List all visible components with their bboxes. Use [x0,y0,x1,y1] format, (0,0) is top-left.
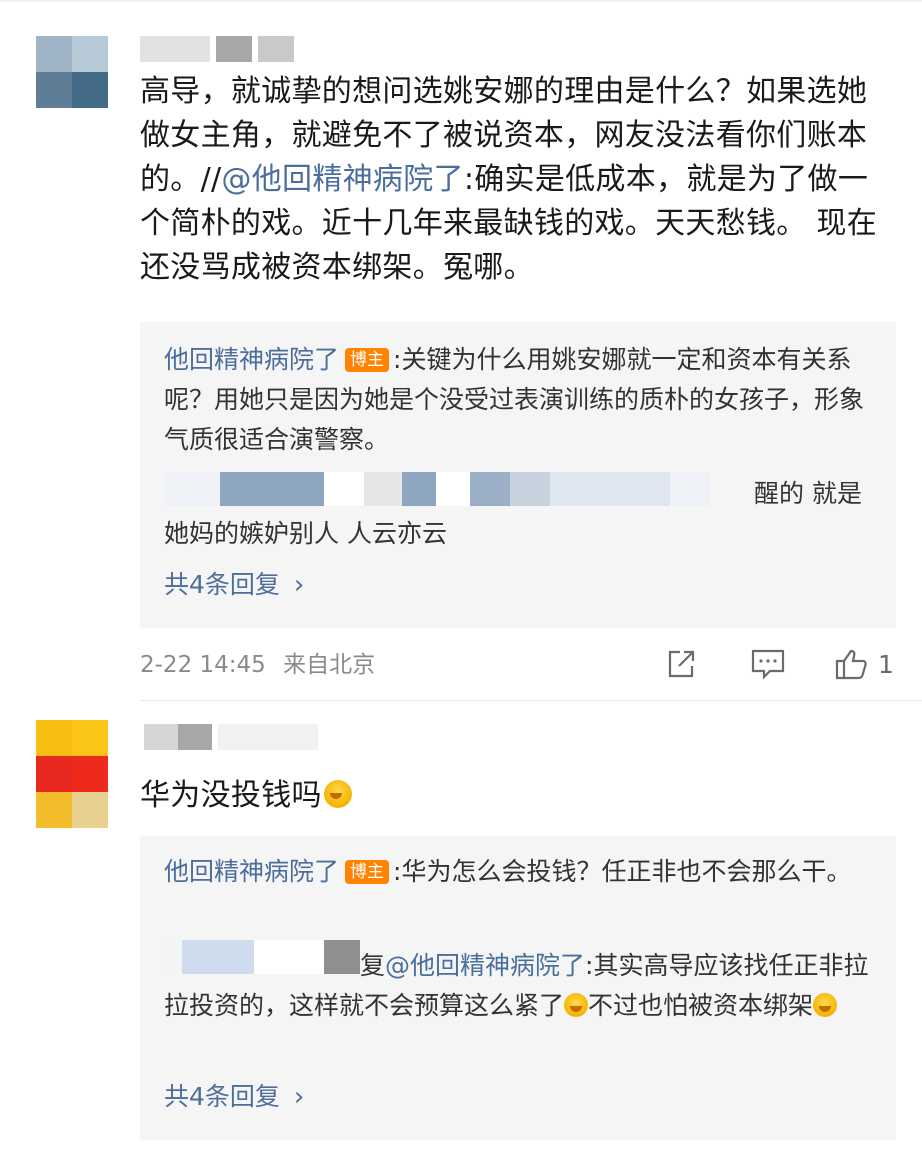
reply-text: :华为怎么会投钱？任正非也不会那么干。 [393,857,852,886]
comment-text: 高导，就诚挚的想问选姚安娜的理由是什么？如果选她做女主角，就避免不了被说资本，网… [140,70,890,290]
laugh-cry-emoji-icon [813,993,838,1017]
reply-item[interactable]: 他回精神病院了 博主:华为怎么会投钱？任正非也不会那么干。 [164,852,874,892]
comment-2: 华为没投钱吗 他回精神病院了 博主:华为怎么会投钱？任正非也不会那么干。 复@他回… [0,700,922,1155]
reply-item[interactable]: 他回精神病院了 博主:关键为什么用姚安娜就一定和资本有关系呢？用她只是因为她是个没… [164,340,874,460]
comment-location: 来自北京 [283,652,376,678]
reply-box: 他回精神病院了 博主:华为怎么会投钱？任正非也不会那么干。 复@他回精神病院了:其… [140,836,896,1140]
comment-text-part: 华为没投钱吗 [140,778,322,813]
more-replies-link[interactable]: 共4条回复 › [164,1080,304,1114]
more-replies-link[interactable]: 共4条回复 › [164,568,304,602]
reply-text: 醒的 就是 [754,479,862,508]
comment-text: 华为没投钱吗 [140,774,890,818]
like-count: 1 [878,649,894,679]
mention-link[interactable]: @他回精神病院了 [221,162,463,197]
laugh-cry-emoji-icon [564,993,589,1017]
avatar[interactable] [36,720,108,828]
username-redacted[interactable] [144,724,318,750]
reply-author[interactable]: 他回精神病院了 [164,857,339,886]
comment-button[interactable] [750,646,786,682]
reply-item[interactable]: 醒的 就是 她妈的嫉妒别人 人云亦云 [164,474,874,554]
mention-link[interactable]: @他回精神病院了 [385,951,585,980]
author-badge: 博主 [345,348,390,372]
like-button[interactable]: 1 [834,646,894,682]
author-badge: 博主 [345,860,390,884]
share-icon [668,650,695,678]
avatar[interactable] [36,36,108,108]
comment-time: 2-22 14:45 [140,652,266,678]
reply-text: 不过也怕被资本绑架 [588,991,814,1020]
comment-1: 高导，就诚挚的想问选姚安娜的理由是什么？如果选她做女主角，就避免不了被说资本，网… [0,0,922,700]
username-redacted[interactable] [140,36,294,62]
more-replies-label: 共4条回复 [164,1082,280,1111]
chevron-right-icon: › [293,570,305,600]
reply-box: 他回精神病院了 博主:关键为什么用姚安娜就一定和资本有关系呢？用她只是因为她是个没… [140,322,896,628]
chevron-right-icon: › [293,1082,305,1112]
share-button[interactable] [664,646,698,682]
reply-item[interactable]: 复@他回精神病院了:其实高导应该找任正非拉拉投资的，这样就不会预算这么紧了 不过也… [164,946,874,1026]
comment-icon [751,649,785,680]
reply-text: 复 [360,951,386,980]
comment-meta: 2-22 14:45 来自北京 [140,650,375,680]
laugh-cry-emoji-icon [323,780,352,808]
reply-text: 她妈的嫉妒别人 人云亦云 [164,519,447,548]
reply-author[interactable]: 他回精神病院了 [164,345,339,374]
more-replies-label: 共4条回复 [164,570,280,599]
thumbs-up-icon [835,649,867,680]
